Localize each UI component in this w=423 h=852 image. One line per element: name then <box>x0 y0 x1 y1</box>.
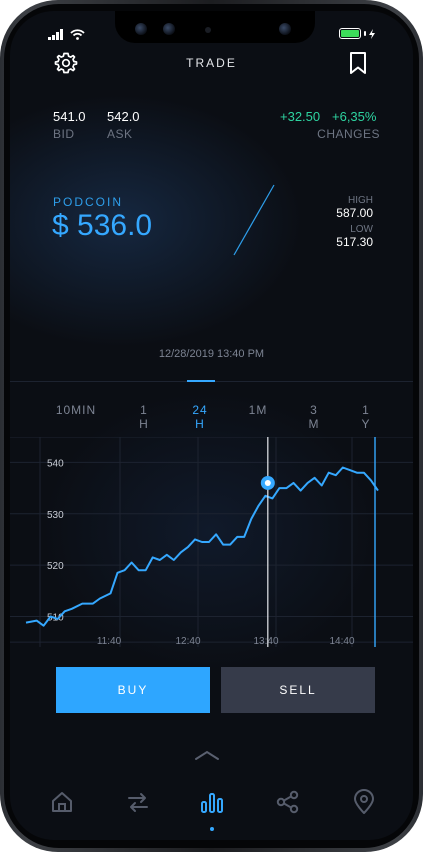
wifi-icon <box>70 29 85 40</box>
price-chart-svg: 54053052051011:40 12:40 13:40 14:40 <box>10 437 413 647</box>
y-tick-label: 530 <box>47 510 64 521</box>
change-absolute: +32.50 <box>280 109 321 124</box>
tab-10min[interactable]: 10MIN <box>54 403 98 417</box>
battery-icon <box>339 28 375 39</box>
sell-button[interactable]: SELL <box>221 667 375 713</box>
high-value: 587.00 <box>336 206 373 220</box>
low-value: 517.30 <box>336 235 373 249</box>
coin-price: $ 536.0 <box>52 209 153 242</box>
app-screen: TRADE 541.0 BID 542.0 ASK +32.50 +6,35% … <box>10 11 413 840</box>
price-chart[interactable]: 540 530 520 510 11:40 12:40 13:40 14:40 <box>10 437 413 647</box>
active-nav-dot <box>210 827 214 831</box>
share-icon[interactable] <box>274 788 302 816</box>
ask-value: 542.0 <box>107 109 140 124</box>
tab-24h[interactable]: 24 H <box>186 403 214 431</box>
chart-timestamp: 12/28/2019 13:40 PM <box>158 348 265 360</box>
low-label: LOW <box>350 224 373 235</box>
x-tick-label: 11:40 <box>97 636 122 647</box>
drag-indicator <box>187 380 215 382</box>
bottom-nav <box>10 780 413 840</box>
tab-1y[interactable]: 1Y <box>355 403 377 431</box>
x-tick-label: 14:40 <box>329 636 354 647</box>
speaker-icon <box>205 27 211 33</box>
tab-1m[interactable]: 1M <box>244 403 272 417</box>
changes-label: CHANGES <box>317 127 380 141</box>
bid-label: BID <box>53 127 75 141</box>
buy-button[interactable]: BUY <box>56 667 210 713</box>
location-icon[interactable] <box>350 788 378 816</box>
home-icon[interactable] <box>48 788 76 816</box>
sensor-icon <box>163 23 175 35</box>
tab-3m[interactable]: 3M <box>302 403 326 431</box>
range-tabs: 10MIN 1H 24 H 1M 3M 1Y <box>10 403 413 437</box>
camera-notch <box>115 11 315 43</box>
coin-name: PODCOIN <box>53 195 124 209</box>
transfer-icon[interactable] <box>124 788 152 816</box>
price-series-line <box>25 466 379 627</box>
chevron-up-icon[interactable] <box>194 749 220 761</box>
trend-sparkline <box>233 184 275 256</box>
x-tick-label: 13:40 <box>253 636 278 647</box>
bid-value: 541.0 <box>53 109 86 124</box>
camera-icon <box>135 23 147 35</box>
front-camera-icon <box>279 23 291 35</box>
selected-point-center <box>264 479 271 486</box>
bookmark-icon[interactable] <box>347 51 369 75</box>
signal-icon <box>48 29 63 40</box>
y-tick-label: 520 <box>47 561 64 572</box>
change-percent: +6,35% <box>332 109 377 124</box>
status-bar-left <box>48 29 85 40</box>
x-tick-label: 12:40 <box>175 636 200 647</box>
chart-icon[interactable] <box>198 788 226 816</box>
high-label: HIGH <box>348 195 373 206</box>
y-tick-label: 540 <box>47 458 64 469</box>
ask-label: ASK <box>107 127 133 141</box>
charging-icon <box>369 28 375 39</box>
tab-1h[interactable]: 1H <box>132 403 156 431</box>
